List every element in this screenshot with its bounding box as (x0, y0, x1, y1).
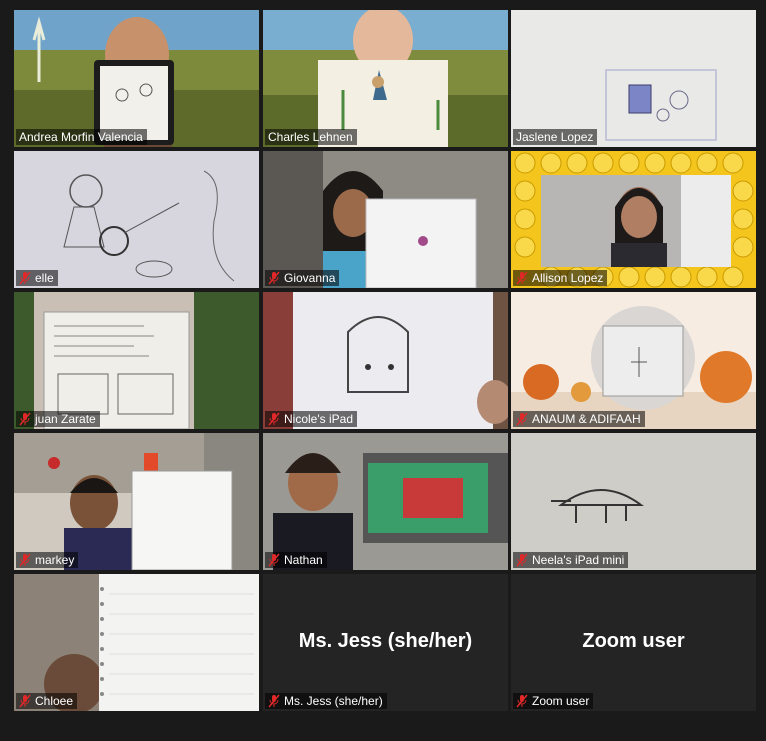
participant-name: markey (35, 553, 75, 567)
participant-label: Neela's iPad mini (513, 552, 629, 568)
participant-label: Giovanna (265, 270, 340, 286)
video-tile-markey[interactable]: markey (14, 433, 259, 570)
participant-label: Chloee (16, 693, 78, 709)
participant-name: Chloee (35, 694, 74, 708)
video-feed (14, 151, 259, 288)
participant-label: Nicole's iPad (265, 411, 357, 427)
video-tile-nicole[interactable]: Nicole's iPad (263, 292, 508, 429)
video-feed (263, 292, 508, 429)
video-feed (14, 10, 259, 147)
muted-mic-icon (516, 271, 528, 285)
participant-label: elle (16, 270, 58, 286)
video-feed (14, 574, 259, 711)
video-tile-zoom-user[interactable]: Zoom user Zoom user (511, 574, 756, 711)
video-tile-elle[interactable]: elle (14, 151, 259, 288)
participant-name: juan Zarate (35, 412, 96, 426)
muted-mic-icon (19, 553, 31, 567)
muted-mic-icon (268, 694, 280, 708)
participant-name: Andrea Morfin Valencia (19, 130, 143, 144)
video-feed (511, 10, 756, 147)
video-feed (14, 433, 259, 570)
video-tile-charles[interactable]: Charles Lehnen (263, 10, 508, 147)
video-tile-allison[interactable]: Allison Lopez (511, 151, 756, 288)
participant-name: elle (35, 271, 54, 285)
participant-label: Zoom user (513, 693, 594, 709)
muted-mic-icon (516, 412, 528, 426)
participant-name: ANAUM & ADIFAAH (532, 412, 641, 426)
muted-mic-icon (268, 412, 280, 426)
participant-name: Allison Lopez (532, 271, 604, 285)
participant-name: Charles Lehnen (268, 130, 353, 144)
muted-mic-icon (19, 694, 31, 708)
muted-mic-icon (516, 553, 528, 567)
participant-name: Nathan (284, 553, 323, 567)
participant-label: Ms. Jess (she/her) (265, 693, 387, 709)
video-feed (263, 151, 508, 288)
participant-name: Ms. Jess (she/her) (284, 694, 383, 708)
video-tile-anaum[interactable]: ANAUM & ADIFAAH (511, 292, 756, 429)
muted-mic-icon (516, 694, 528, 708)
muted-mic-icon (268, 271, 280, 285)
video-tile-nathan[interactable]: Nathan (263, 433, 508, 570)
video-off-name: Zoom user (582, 630, 685, 652)
video-tile-ms-jess[interactable]: Ms. Jess (she/her) Ms. Jess (she/her) (263, 574, 508, 711)
participant-name: Neela's iPad mini (532, 553, 625, 567)
participant-label: juan Zarate (16, 411, 100, 427)
participant-label: Jaslene Lopez (513, 129, 598, 145)
video-tile-neela[interactable]: Neela's iPad mini (511, 433, 756, 570)
video-gallery: Andrea Morfin Valencia Charles Lehnen Ja… (0, 0, 766, 741)
participant-label: Charles Lehnen (265, 129, 357, 145)
participant-label: Andrea Morfin Valencia (16, 129, 147, 145)
muted-mic-icon (19, 271, 31, 285)
participant-label: Nathan (265, 552, 327, 568)
video-tile-jaslene[interactable]: Jaslene Lopez (511, 10, 756, 147)
video-feed (263, 433, 508, 570)
video-feed (511, 292, 756, 429)
video-tile-chloee[interactable]: Chloee (14, 574, 259, 711)
video-tile-juan[interactable]: juan Zarate (14, 292, 259, 429)
muted-mic-icon (19, 412, 31, 426)
muted-mic-icon (268, 553, 280, 567)
participant-name: Zoom user (532, 694, 590, 708)
video-off-name: Ms. Jess (she/her) (298, 630, 473, 652)
video-tile-giovanna[interactable]: Giovanna (263, 151, 508, 288)
participant-label: ANAUM & ADIFAAH (513, 411, 645, 427)
video-feed (263, 10, 508, 147)
participant-name: Giovanna (284, 271, 336, 285)
video-tile-andrea[interactable]: Andrea Morfin Valencia (14, 10, 259, 147)
participant-label: Allison Lopez (513, 270, 608, 286)
video-feed (511, 151, 756, 288)
participant-name: Jaslene Lopez (516, 130, 594, 144)
video-feed (511, 433, 756, 570)
video-feed (14, 292, 259, 429)
participant-name: Nicole's iPad (284, 412, 353, 426)
participant-label: markey (16, 552, 79, 568)
